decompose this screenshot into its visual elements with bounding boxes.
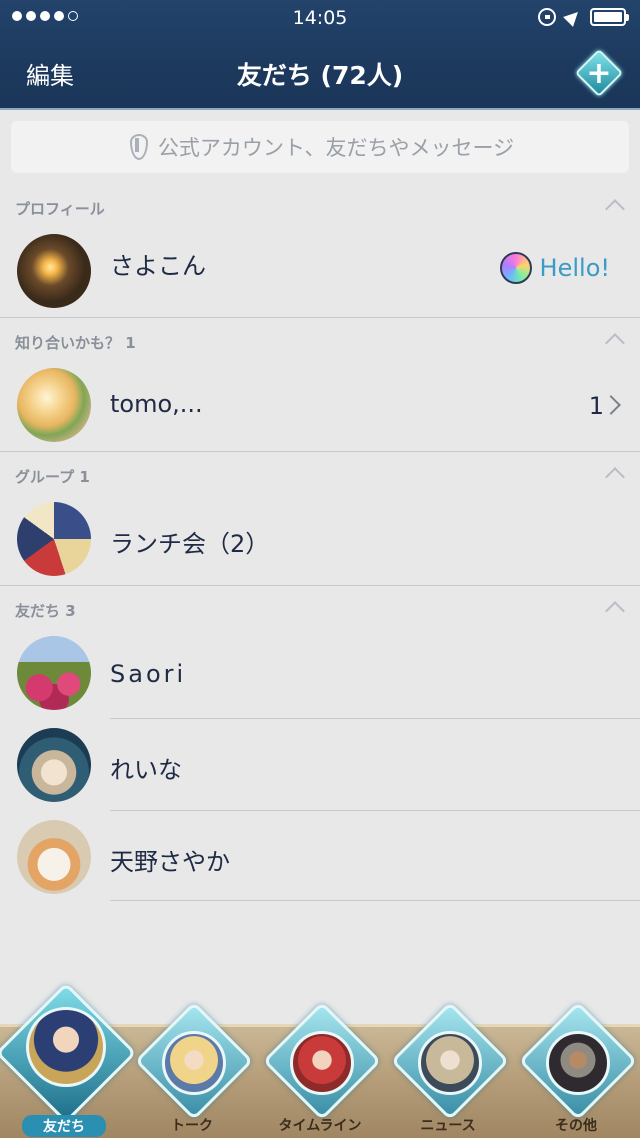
crest-icon [126,132,148,162]
friend-name: れいな [110,756,182,784]
group-name: ランチ会（2） [110,530,270,558]
section-label: 知り合いかも？ 1 [15,334,136,352]
tab-label: タイムライン [278,1118,362,1134]
section-label: プロフィール [15,200,105,218]
plus-icon: + [586,55,612,91]
divider [0,317,640,318]
list-item[interactable]: tomo,... [0,358,640,450]
status-message-text: Hello! [539,254,610,282]
chevron-up-icon[interactable] [605,333,625,353]
section-label: グループ 1 [15,468,90,486]
talk-tab-icon [162,1031,226,1095]
status-bar: 14:05 [0,0,640,36]
status-message[interactable]: Hello! [499,252,610,284]
add-friend-button[interactable]: + [574,48,624,98]
avatar [17,368,91,442]
tab-label: その他 [555,1118,597,1134]
tab-more[interactable]: その他 [512,1001,640,1138]
friend-name: 天野さやか [110,848,230,876]
chevron-up-icon[interactable] [605,467,625,487]
tab-label: トーク [171,1118,213,1134]
news-tab-icon [418,1031,482,1095]
tab-bar: 友だち トーク タイムライン ニュース その他 [0,982,640,1138]
battery-icon [590,8,629,26]
tab-timeline[interactable]: タイムライン [256,1001,384,1138]
nav-header: 14:05 編集 友だち (72人) + [0,0,640,110]
list-item[interactable]: れいな [0,718,640,810]
tab-talk[interactable]: トーク [128,1001,256,1138]
section-header-groups[interactable]: グループ 1 [0,456,640,492]
divider [0,585,640,586]
chevron-up-icon[interactable] [605,199,625,219]
chevron-up-icon[interactable] [605,601,625,621]
search-input[interactable]: 公式アカウント、友だちやメッセージ [11,121,629,173]
list-item[interactable]: 天野さやか [0,810,640,902]
friend-name: Saori [110,660,187,688]
rotation-lock-icon [538,8,556,26]
page-title: 友だち (72人) [236,61,404,90]
avatar [17,234,91,308]
section-header-friends[interactable]: 友だち 3 [0,590,640,626]
avatar [17,820,91,894]
more-tab-icon [546,1031,610,1095]
friends-tab-icon [26,1007,106,1087]
list-item[interactable]: Saori [0,626,640,718]
battery-level [594,12,622,22]
section-header-profile[interactable]: プロフィール [0,188,640,224]
location-icon [563,7,583,27]
tab-label: ニュース [420,1118,476,1134]
divider [0,451,640,452]
section-header-suggested[interactable]: 知り合いかも？ 1 [0,322,640,358]
search-placeholder: 公式アカウント、友だちやメッセージ [157,136,515,160]
tab-friends[interactable]: 友だち [0,982,137,1138]
profile-name: さよこん [110,252,206,280]
avatar [17,502,91,576]
friend-name: tomo,... [110,390,203,418]
avatar [17,636,91,710]
status-icons [538,7,629,27]
orb-icon [499,252,532,284]
timeline-tab-icon [290,1031,354,1095]
list-item[interactable]: ランチ会（2） [0,492,640,584]
tab-news[interactable]: ニュース [384,1001,512,1138]
section-label: 友だち 3 [15,602,76,620]
avatar [17,728,91,802]
divider [110,900,640,901]
tab-label: 友だち [22,1115,106,1137]
